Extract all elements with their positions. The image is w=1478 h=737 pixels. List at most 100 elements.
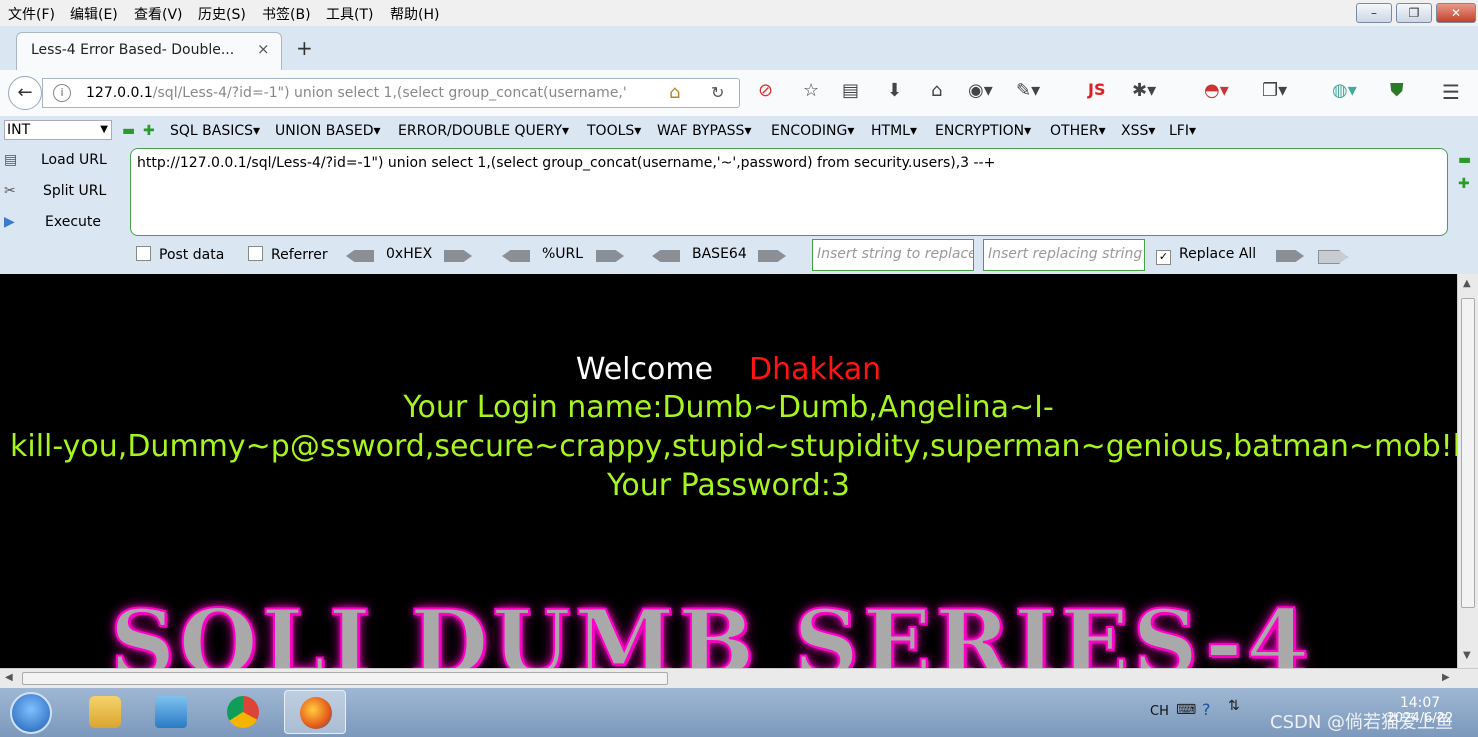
home-page-icon[interactable]: ⌂ [669,82,680,103]
folder-icon [89,696,121,728]
horizontal-scrollbar[interactable]: ◀ ▶ [0,668,1478,688]
url-decode-arrow[interactable] [502,250,530,262]
menu-encoding[interactable]: ENCODING▾ [771,123,854,139]
hamburger-menu-icon[interactable]: ☰ [1442,80,1460,104]
bug-icon[interactable]: ✱▾ [1132,80,1156,101]
shield-icon[interactable]: ⛊ [1390,80,1404,101]
welcome-name: Dhakkan [749,352,882,387]
menu-view[interactable]: 查看(V) [134,4,183,24]
close-window-button[interactable]: ✕ [1436,3,1476,23]
menu-union-based[interactable]: UNION BASED▾ [275,123,381,139]
base64-encode-arrow[interactable] [758,250,786,262]
url-text: 127.0.0.1/sql/Less-4/?id=-1") union sele… [86,85,641,101]
base64-decode-arrow[interactable] [652,250,680,262]
menu-bookmarks[interactable]: 书签(B) [262,4,311,24]
hackbar-url-textarea[interactable]: http://127.0.0.1/sql/Less-4/?id=-1") uni… [130,148,1448,236]
tab-close-icon[interactable]: × [257,40,270,58]
maximize-button[interactable]: ❐ [1396,3,1432,23]
checkbox-icon [248,246,263,261]
menu-tools[interactable]: 工具(T) [326,4,373,24]
download-icon[interactable]: ⬇ [887,80,902,101]
menu-history[interactable]: 历史(S) [198,4,246,24]
replace-arrow[interactable] [1276,250,1304,262]
taskbar-media-player[interactable] [140,690,202,734]
menu-waf-bypass[interactable]: WAF BYPASS▾ [657,123,751,139]
menu-lfi[interactable]: LFI▾ [1169,123,1196,139]
taskbar-chrome[interactable] [212,690,274,734]
menu-xss[interactable]: XSS▾ [1121,123,1155,139]
base64-label: BASE64 [692,246,747,262]
replacing-string-input[interactable]: Insert replacing string [983,239,1145,271]
insert-string-input[interactable]: Insert string to replace [812,239,974,271]
globe-icon[interactable]: ◉▾ [968,80,993,101]
hex-encode-arrow[interactable] [444,250,472,262]
menu-tools[interactable]: TOOLS▾ [587,123,641,139]
shrink-icon[interactable]: ▬ [1458,152,1471,168]
reload-icon[interactable]: ↻ [711,83,724,102]
menu-html[interactable]: HTML▾ [871,123,917,139]
palette-icon[interactable]: ✎▾ [1016,80,1040,101]
minimize-button[interactable]: – [1356,3,1392,23]
type-select[interactable]: INT ▼ [4,120,112,140]
plus-icon[interactable]: ✚ [143,123,155,139]
tab-title: Less-4 Error Based- Double... [31,42,235,58]
screenshot-icon[interactable]: ❐▾ [1262,80,1287,101]
keyboard-icon[interactable]: ⌨ [1176,702,1196,718]
horizontal-scroll-thumb[interactable] [22,672,668,685]
new-tab-icon[interactable]: + [296,36,313,60]
menu-help[interactable]: 帮助(H) [390,4,439,24]
scroll-up-icon[interactable]: ▲ [1463,278,1471,289]
js-icon[interactable]: JS [1088,80,1105,99]
play-icon: ▶ [4,214,15,230]
url-bar[interactable]: i 127.0.0.1/sql/Less-4/?id=-1") union se… [42,78,740,108]
tab-less-4[interactable]: Less-4 Error Based- Double... × [16,32,282,70]
addon-icon[interactable]: ◍▾ [1332,80,1357,101]
system-clock[interactable]: 14:07 2024/6/22 [1380,695,1460,726]
execute-button[interactable]: ▶ Execute [4,214,101,230]
scroll-left-icon[interactable]: ◀ [5,672,13,683]
minus-icon[interactable]: ▬ [122,123,135,139]
post-data-checkbox[interactable]: Post data [136,246,224,263]
input-language[interactable]: CH [1150,704,1169,719]
scissors-icon: ✂ [4,183,16,199]
url-encode-arrow[interactable] [596,250,624,262]
split-url-button[interactable]: ✂ Split URL [4,183,106,199]
login-name-line-1: Your Login name:Dumb~Dumb,Angelina~I- [403,390,1054,425]
checkbox-icon [136,246,151,261]
hex-label: 0xHEX [386,246,433,262]
start-button[interactable] [10,692,52,734]
load-url-button[interactable]: ▤ Load URL [4,152,107,168]
taskbar-firefox[interactable] [284,690,346,734]
clock-date: 2024/6/22 [1386,711,1454,726]
menu-file[interactable]: 文件(F) [8,4,55,24]
scroll-down-icon[interactable]: ▼ [1463,650,1471,661]
noscript-icon[interactable]: ⊘ [758,80,773,101]
menu-edit[interactable]: 编辑(E) [70,4,118,24]
network-icon[interactable]: ⇅ [1228,698,1240,714]
home-icon[interactable]: ⌂ [931,80,942,101]
checkbox-checked-icon: ✓ [1156,250,1171,265]
scroll-right-icon[interactable]: ▶ [1442,672,1450,683]
back-button[interactable]: ← [8,76,42,110]
replace-back-arrow[interactable] [1318,250,1348,264]
help-icon[interactable]: ? [1202,700,1211,719]
menu-other[interactable]: OTHER▾ [1050,123,1106,139]
bookmark-star-icon[interactable]: ☆ [803,80,819,101]
info-icon[interactable]: i [53,84,71,102]
replace-all-checkbox[interactable]: ✓ Replace All [1156,246,1256,265]
referrer-checkbox[interactable]: Referrer [248,246,328,263]
proxy-icon[interactable]: ◓▾ [1204,80,1229,101]
vertical-scrollbar[interactable]: ▲ ▼ [1457,274,1478,668]
taskbar-explorer[interactable] [74,690,136,734]
menu-error-double-query[interactable]: ERROR/DOUBLE QUERY▾ [398,123,569,139]
expand-icon[interactable]: ✚ [1458,176,1470,192]
url-label: %URL [542,246,584,262]
firefox-icon [300,697,332,729]
password-line: Your Password:3 [607,468,850,503]
vertical-scroll-thumb[interactable] [1461,298,1475,608]
menu-encryption[interactable]: ENCRYPTION▾ [935,123,1031,139]
hex-decode-arrow[interactable] [346,250,374,262]
login-name-line-2: kill-you,Dummy~p@ssword,secure~crappy,st… [10,429,1457,464]
menu-sql-basics[interactable]: SQL BASICS▾ [170,123,260,139]
bookmarks-list-icon[interactable]: ▤ [842,80,859,101]
